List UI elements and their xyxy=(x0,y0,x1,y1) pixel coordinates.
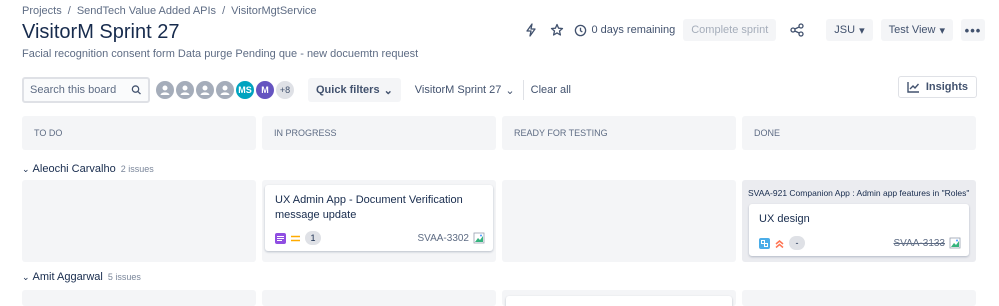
insights-button[interactable]: Insights xyxy=(897,76,977,98)
avatar[interactable] xyxy=(174,79,196,101)
clock-icon xyxy=(575,24,587,36)
breadcrumb-separator: / xyxy=(67,5,71,17)
quick-filters-label: Quick filters xyxy=(316,84,380,96)
card-footer: - SVAA-3133 xyxy=(759,236,961,250)
view-select[interactable]: Test View ▾ xyxy=(880,19,953,41)
clear-all-button[interactable]: Clear all xyxy=(531,84,571,96)
caret-down-icon: ▾ xyxy=(859,24,865,37)
automation-button[interactable] xyxy=(518,18,544,42)
subtask-type-icon xyxy=(759,237,770,249)
column-header-in-progress: IN PROGRESS xyxy=(262,116,496,150)
board-cell xyxy=(22,290,256,306)
swimlane-header[interactable]: ⌄ Amit Aggarwal 5 issues xyxy=(22,271,141,283)
board-cell xyxy=(742,290,976,306)
user-icon xyxy=(220,85,230,95)
chevron-down-icon: ⌄ xyxy=(383,84,393,97)
story-type-icon xyxy=(275,232,286,244)
avatar-m[interactable]: M xyxy=(254,79,276,101)
swimlane-count: 5 issues xyxy=(107,272,141,282)
days-remaining-label: 0 days remaining xyxy=(591,24,676,36)
board-cell xyxy=(22,180,256,262)
issue-key[interactable]: SVAA-3302 xyxy=(417,233,469,244)
issue-card[interactable]: UX design - SVAA-3133 xyxy=(749,204,969,256)
swimlane-title: Aleochi Carvalho xyxy=(32,163,116,175)
issue-key[interactable]: SVAA-3133 xyxy=(893,238,945,249)
swimlane-title: Amit Aggarwal xyxy=(32,271,103,283)
assignee-avatar-icon xyxy=(949,237,961,249)
story-points-badge: 1 xyxy=(305,231,321,245)
board-toolbar: MS M +8 Quick filters ⌄ VisitorM Sprint … xyxy=(22,76,977,104)
star-icon xyxy=(551,23,564,36)
complete-sprint-button[interactable]: Complete sprint xyxy=(683,19,777,41)
story-points-badge: - xyxy=(789,236,805,250)
more-icon: ••• xyxy=(964,22,982,38)
column-header-ready-for-testing: READY FOR TESTING xyxy=(502,116,736,150)
insights-label: Insights xyxy=(925,81,968,93)
chevron-down-icon: ⌄ xyxy=(22,163,30,174)
issue-card[interactable]: UX Admin App - Document Verification mes… xyxy=(265,185,493,251)
chart-icon xyxy=(907,82,919,93)
user-select-label: JSU xyxy=(834,24,856,36)
sprint-filter-label: VisitorM Sprint 27 xyxy=(414,84,502,96)
avatar[interactable] xyxy=(214,79,236,101)
header-actions: 0 days remaining Complete sprint JSU ▾ T… xyxy=(518,18,985,42)
sprint-filter-select[interactable]: VisitorM Sprint 27 ⌄ xyxy=(415,80,524,100)
user-icon xyxy=(180,85,190,95)
user-icon xyxy=(200,85,210,95)
avatar-filter-group: MS M +8 xyxy=(154,79,296,101)
sprint-goal: Facial recognition consent form Data pur… xyxy=(22,48,419,60)
breadcrumb-projects[interactable]: Projects xyxy=(22,5,62,17)
more-actions-button[interactable]: ••• xyxy=(961,19,985,41)
breadcrumb-separator: / xyxy=(222,5,226,17)
share-icon xyxy=(790,23,804,37)
quick-filters-button[interactable]: Quick filters ⌄ xyxy=(308,78,401,102)
priority-medium-icon xyxy=(291,235,300,241)
card-summary: UX Admin App - Document Verification mes… xyxy=(275,194,463,221)
column-header-done: DONE xyxy=(742,116,976,150)
board-cell xyxy=(502,290,736,306)
breadcrumb-project[interactable]: SendTech Value Added APIs xyxy=(77,5,216,17)
share-button[interactable] xyxy=(784,18,810,42)
swimlane-header[interactable]: ⌄ Aleochi Carvalho 2 issues xyxy=(22,163,154,175)
card-footer: 1 SVAA-3302 xyxy=(275,231,485,245)
avatar[interactable] xyxy=(154,79,176,101)
card-summary: UX design xyxy=(759,213,810,225)
search-icon xyxy=(131,85,142,95)
priority-high-icon xyxy=(775,239,784,248)
avatar-more[interactable]: +8 xyxy=(274,79,296,101)
star-button[interactable] xyxy=(544,18,570,42)
column-header-todo: TO DO xyxy=(22,116,256,150)
issue-card[interactable] xyxy=(506,296,732,306)
avatar-ms[interactable]: MS xyxy=(234,79,256,101)
breadcrumb-board[interactable]: VisitorMgtService xyxy=(231,5,316,17)
days-remaining: 0 days remaining xyxy=(574,24,675,37)
chevron-down-icon: ⌄ xyxy=(22,271,30,282)
lightning-icon xyxy=(526,23,537,37)
assignee-avatar-icon xyxy=(473,232,485,244)
board-cell xyxy=(262,290,496,306)
page-title: VisitorM Sprint 27 xyxy=(22,21,180,43)
caret-down-icon: ▾ xyxy=(939,24,945,37)
search-input[interactable] xyxy=(30,84,132,96)
user-select[interactable]: JSU ▾ xyxy=(826,19,873,41)
view-select-label: Test View xyxy=(888,24,936,36)
breadcrumb: Projects / SendTech Value Added APIs / V… xyxy=(22,5,317,17)
swimlane-count: 2 issues xyxy=(120,164,154,174)
parent-issue-label[interactable]: SVAA-921 Companion App : Admin app featu… xyxy=(748,188,970,198)
search-box xyxy=(22,77,150,103)
avatar[interactable] xyxy=(194,79,216,101)
board-cell xyxy=(502,180,736,262)
chevron-down-icon: ⌄ xyxy=(505,84,515,97)
user-icon xyxy=(160,85,170,95)
